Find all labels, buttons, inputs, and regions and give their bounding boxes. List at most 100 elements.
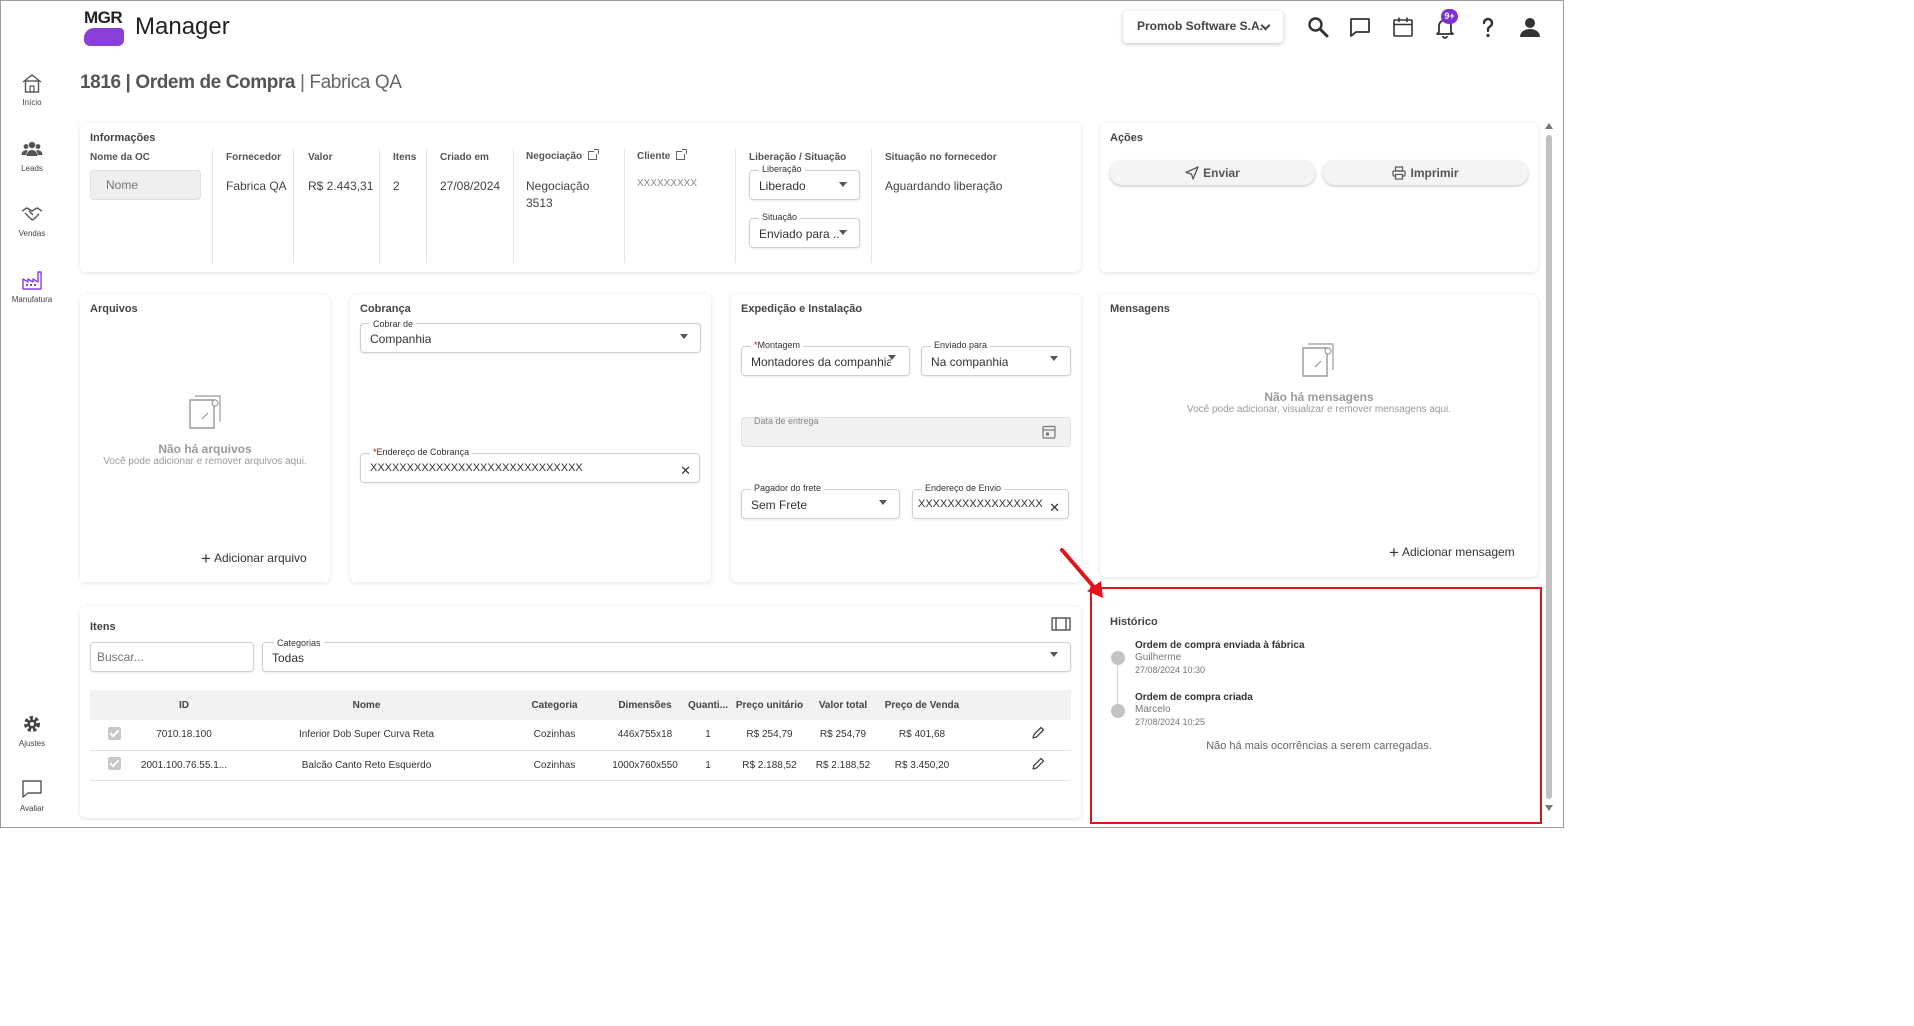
columns-toggle-icon[interactable]: [1051, 617, 1071, 631]
handshake-icon: [21, 207, 43, 221]
liberacao-field-label: Liberação: [759, 164, 805, 174]
column-header-nome[interactable]: Nome: [230, 690, 503, 720]
pagador-frete-value: Sem Frete: [751, 498, 808, 512]
valor-label: Valor: [308, 152, 333, 163]
cliente-link[interactable]: Cliente: [637, 149, 688, 162]
people-icon: [21, 141, 43, 156]
divider: [212, 149, 213, 263]
cell-preco-venda: R$ 3.450,20: [879, 750, 965, 781]
pagador-frete-select[interactable]: Pagador do frete Sem Frete: [741, 483, 900, 519]
cell-id: 7010.18.100: [138, 720, 230, 751]
sidebar-item-label: Início: [22, 98, 42, 107]
endereco-envio-field[interactable]: Endereço de Envio XXXXXXXXXXXXXXXXX ✕: [912, 483, 1069, 519]
endereco-cobranca-field[interactable]: *Endereço de Cobrança XXXXXXXXXXXXXXXXXX…: [360, 447, 700, 483]
montagem-label-text: Montagem: [757, 340, 801, 350]
item-search-input[interactable]: [90, 642, 254, 672]
sidebar-item-label: Avaliar: [19, 804, 45, 813]
gear-icon: [24, 716, 40, 732]
arquivos-empty-title: Não há arquivos: [158, 442, 252, 456]
sidebar-item-manufatura[interactable]: Manufatura: [5, 269, 59, 304]
enviar-label: Enviar: [1203, 166, 1240, 180]
cobrar-de-value: Companhia: [370, 332, 432, 346]
cobranca-title: Cobrança: [360, 303, 411, 315]
edit-pencil-icon[interactable]: [1031, 757, 1045, 771]
external-link-icon: [588, 149, 600, 160]
liberacao-select[interactable]: Liberação Liberado: [749, 164, 860, 200]
column-header-preco-venda[interactable]: Preço de Venda: [879, 690, 965, 720]
table-header-row: ID Nome Categoria Dimensões Quanti... Pr…: [90, 690, 1071, 720]
edit-pencil-icon[interactable]: [1031, 726, 1045, 740]
calendar-icon[interactable]: [1391, 15, 1415, 39]
column-header-categoria[interactable]: Categoria: [503, 690, 606, 720]
situacao-field-label: Situação: [759, 212, 801, 222]
nome-oc-input[interactable]: [90, 170, 201, 200]
cell-nome: Balcão Canto Reto Esquerdo: [230, 750, 503, 781]
page-title-separator: |: [295, 72, 310, 93]
categorias-select[interactable]: Categorias Todas: [262, 638, 1071, 672]
chat-icon[interactable]: [1348, 15, 1372, 39]
data-entrega-field[interactable]: Data de entrega: [741, 416, 1071, 447]
divider: [624, 149, 625, 263]
mensagens-title: Mensagens: [1110, 303, 1170, 315]
table-row[interactable]: 2001.100.76.55.1... Balcão Canto Reto Es…: [90, 750, 1071, 781]
add-file-button[interactable]: + Adicionar arquivo: [201, 549, 307, 569]
acoes-title: Ações: [1110, 132, 1144, 144]
fornecedor-value: Fabrica QA: [226, 179, 287, 193]
column-header-actions: [965, 690, 1071, 720]
cell-quantidade: 1: [684, 750, 732, 781]
sidebar-item-leads[interactable]: Leads: [5, 138, 59, 173]
liberacao-field-value: Liberado: [759, 179, 806, 193]
cell-nome: Inferior Dob Super Curva Reta: [230, 720, 503, 751]
row-checkbox[interactable]: [107, 757, 121, 770]
logo[interactable]: MGR: [84, 8, 124, 46]
situacao-fornecedor-value: Aguardando liberação: [885, 179, 1003, 193]
scroll-up-arrow-icon[interactable]: [1545, 123, 1553, 129]
company-selector[interactable]: Promob Software S.A.: [1123, 11, 1283, 43]
calendar-icon[interactable]: [1042, 424, 1056, 439]
cobrar-de-select[interactable]: Cobrar de Companhia: [360, 319, 701, 353]
column-header-quantidade[interactable]: Quanti...: [684, 690, 732, 720]
user-avatar-icon[interactable]: [1518, 15, 1542, 39]
scroll-down-arrow-icon[interactable]: [1545, 805, 1553, 811]
logo-swoosh: [84, 28, 124, 46]
column-header-preco-unitario[interactable]: Preço unitário: [732, 690, 807, 720]
feedback-icon: [22, 780, 42, 798]
divider: [871, 149, 872, 263]
negociacao-value: Negociação 3513: [526, 178, 589, 212]
empty-files-icon: [189, 395, 221, 429]
imprimir-button[interactable]: Imprimir: [1323, 161, 1528, 185]
column-header-id[interactable]: ID: [138, 690, 230, 720]
column-header-valor-total[interactable]: Valor total: [807, 690, 879, 720]
sidebar-item-ajustes[interactable]: Ajustes: [5, 713, 59, 748]
sidebar-item-vendas[interactable]: Vendas: [5, 203, 59, 238]
dropdown-arrow-icon: [680, 334, 688, 339]
send-icon: [1185, 166, 1199, 180]
divider: [379, 149, 380, 263]
row-checkbox[interactable]: [107, 726, 121, 740]
enviado-para-select[interactable]: Enviado para Na companhia: [921, 340, 1071, 376]
montagem-select[interactable]: *Montagem Montadores da companhia: [741, 340, 910, 376]
sidebar-item-inicio[interactable]: Início: [5, 72, 59, 107]
endereco-cobranca-value: XXXXXXXXXXXXXXXXXXXXXXXXXXXXX: [370, 462, 583, 474]
clear-icon[interactable]: ✕: [680, 463, 691, 479]
valor-value: R$ 2.443,31: [308, 179, 374, 193]
endereco-envio-label: Endereço de Envio: [922, 483, 1005, 493]
search-icon[interactable]: [1306, 15, 1330, 39]
table-row[interactable]: 7010.18.100 Inferior Dob Super Curva Ret…: [90, 720, 1071, 751]
column-header-dimensoes[interactable]: Dimensões: [606, 690, 684, 720]
help-icon[interactable]: [1476, 15, 1500, 39]
situacao-select[interactable]: Situação Enviado para ...: [749, 212, 860, 248]
scrollbar-thumb[interactable]: [1546, 135, 1552, 799]
cell-preco-unitario: R$ 254,79: [732, 720, 807, 751]
cell-dimensoes: 446x755x18: [606, 720, 684, 751]
negociacao-link[interactable]: Negociação: [526, 149, 600, 162]
dropdown-arrow-icon: [1050, 356, 1058, 361]
enviar-button[interactable]: Enviar: [1110, 161, 1315, 185]
page-scrollbar[interactable]: [1545, 123, 1553, 815]
cliente-value: XXXXXXXXX: [637, 178, 698, 189]
add-message-button[interactable]: + Adicionar mensagem: [1389, 543, 1515, 563]
sidebar-item-avaliar[interactable]: Avaliar: [5, 778, 59, 813]
informacoes-title: Informações: [90, 132, 156, 144]
pagador-frete-label: Pagador do frete: [751, 483, 825, 493]
clear-icon[interactable]: ✕: [1049, 500, 1060, 516]
